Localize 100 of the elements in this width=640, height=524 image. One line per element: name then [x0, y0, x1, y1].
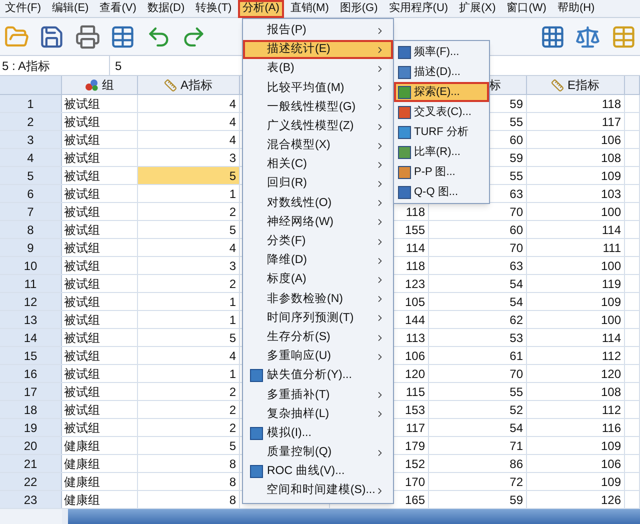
menu-entry[interactable]: 表(B)	[243, 59, 393, 79]
table-cell[interactable]: 被试组	[62, 419, 138, 436]
menu-entry[interactable]: 复杂抽样(L)	[243, 404, 393, 424]
row-number[interactable]: 1	[0, 95, 62, 112]
table-cell[interactable]: 118	[527, 95, 625, 112]
table-cell[interactable]: 70	[429, 239, 527, 256]
menu-entry[interactable]: 非参数检验(N)	[243, 290, 393, 309]
table-cell[interactable]: 被试组	[62, 149, 138, 166]
menu-entry[interactable]: 标度(A)	[243, 270, 393, 290]
table-cell[interactable]: 4	[138, 113, 240, 130]
menu-entry[interactable]: 对数线性(O)	[243, 194, 393, 213]
table-cell[interactable]: 被试组	[62, 113, 138, 130]
menu-entry[interactable]: 混合模型(X)	[243, 136, 393, 156]
table-cell[interactable]: 被试组	[62, 95, 138, 112]
menu-entry[interactable]: 多重插补(T)	[243, 386, 393, 405]
table-cell[interactable]: 1	[138, 365, 240, 382]
menu-entry[interactable]: 模拟(I)...	[243, 424, 393, 444]
column-header[interactable]: 组	[62, 76, 138, 94]
menu-item[interactable]: 实用程序(U)	[384, 0, 454, 18]
menu-entry[interactable]: 时间序列预测(T)	[243, 308, 393, 328]
table-cell[interactable]: 1	[138, 311, 240, 328]
column-header[interactable]: E指标	[527, 76, 625, 94]
table-cell[interactable]: 54	[429, 419, 527, 436]
row-number[interactable]: 6	[0, 185, 62, 202]
table-cell[interactable]: 72	[429, 473, 527, 490]
table-cell[interactable]: 被试组	[62, 239, 138, 256]
row-number[interactable]: 17	[0, 383, 62, 400]
submenu-entry[interactable]: 探索(E)...	[394, 82, 489, 102]
menu-item[interactable]: 图形(G)	[334, 0, 383, 18]
menu-item[interactable]: 查看(V)	[94, 0, 142, 18]
table-cell[interactable]: 被试组	[62, 365, 138, 382]
table-cell[interactable]: 被试组	[62, 203, 138, 220]
table-cell[interactable]: 112	[527, 347, 625, 364]
table-cell[interactable]: 60	[429, 221, 527, 238]
table-cell[interactable]: 109	[527, 167, 625, 184]
table-cell[interactable]: 3	[138, 149, 240, 166]
table-cell[interactable]: 108	[527, 149, 625, 166]
table-cell[interactable]: 5	[138, 329, 240, 346]
menu-item[interactable]: 文件(F)	[0, 0, 46, 18]
table-cell[interactable]: 1	[138, 185, 240, 202]
table-cell[interactable]: 54	[429, 275, 527, 292]
table-cell[interactable]: 2	[138, 401, 240, 418]
row-number[interactable]: 5	[0, 167, 62, 184]
table-cell[interactable]: 62	[429, 311, 527, 328]
menu-item[interactable]: 编辑(E)	[47, 0, 94, 18]
table-cell[interactable]: 126	[527, 491, 625, 508]
table-cell[interactable]: 健康组	[62, 491, 138, 508]
row-number[interactable]: 21	[0, 455, 62, 472]
table-cell[interactable]: 被试组	[62, 185, 138, 202]
table-cell[interactable]: 被试组	[62, 275, 138, 292]
row-number[interactable]: 11	[0, 275, 62, 292]
table-cell[interactable]: 59	[429, 491, 527, 508]
table-cell[interactable]: 5	[138, 437, 240, 454]
table-cell[interactable]: 5	[138, 221, 240, 238]
submenu-entry[interactable]: 描述(D)...	[394, 62, 489, 82]
submenu-entry[interactable]: Q-Q 图...	[394, 182, 489, 202]
table-cell[interactable]: 4	[138, 131, 240, 148]
table-cell[interactable]: 111	[527, 239, 625, 256]
submenu-entry[interactable]: 比率(R)...	[394, 142, 489, 162]
menu-entry[interactable]: 生存分析(S)	[243, 328, 393, 348]
row-number[interactable]: 10	[0, 257, 62, 274]
row-number[interactable]: 13	[0, 311, 62, 328]
table-cell[interactable]: 86	[429, 455, 527, 472]
table-cell[interactable]: 114	[527, 221, 625, 238]
table-cell[interactable]: 108	[527, 383, 625, 400]
menu-item[interactable]: 分析(A)	[238, 0, 284, 18]
row-number[interactable]: 4	[0, 149, 62, 166]
row-number[interactable]: 9	[0, 239, 62, 256]
row-number[interactable]: 20	[0, 437, 62, 454]
menu-entry[interactable]: 一般线性模型(G)	[243, 98, 393, 117]
table-cell[interactable]: 61	[429, 347, 527, 364]
menu-entry[interactable]: 降维(D)	[243, 251, 393, 270]
menu-entry[interactable]: 比较平均值(M)	[243, 78, 393, 98]
row-number[interactable]: 2	[0, 113, 62, 130]
submenu-entry[interactable]: P-P 图...	[394, 162, 489, 182]
table-cell[interactable]: 8	[138, 455, 240, 472]
menu-entry[interactable]: 分类(F)	[243, 232, 393, 252]
table-cell[interactable]: 被试组	[62, 131, 138, 148]
table-cell[interactable]: 3	[138, 257, 240, 274]
table-cell[interactable]: 健康组	[62, 437, 138, 454]
menu-entry[interactable]: 空间和时间建模(S)...	[243, 482, 393, 501]
table-cell[interactable]: 52	[429, 401, 527, 418]
menu-entry[interactable]: 神经网络(W)	[243, 212, 393, 232]
table-cell[interactable]: 8	[138, 491, 240, 508]
table-cell[interactable]: 4	[138, 95, 240, 112]
table-cell[interactable]: 109	[527, 437, 625, 454]
horizontal-scrollbar[interactable]	[62, 509, 640, 524]
table-cell[interactable]: 109	[527, 473, 625, 490]
table-cell[interactable]: 被试组	[62, 311, 138, 328]
table-cell[interactable]: 100	[527, 203, 625, 220]
row-number[interactable]: 22	[0, 473, 62, 490]
table-cell[interactable]: 100	[527, 257, 625, 274]
table-cell[interactable]: 2	[138, 419, 240, 436]
menu-item[interactable]: 数据(D)	[142, 0, 190, 18]
table-cell[interactable]: 4	[138, 239, 240, 256]
table-cell[interactable]: 4	[138, 347, 240, 364]
table-cell[interactable]: 8	[138, 473, 240, 490]
table-cell[interactable]: 被试组	[62, 401, 138, 418]
table-cell[interactable]: 被试组	[62, 347, 138, 364]
menu-entry[interactable]: 缺失值分析(Y)...	[243, 366, 393, 386]
